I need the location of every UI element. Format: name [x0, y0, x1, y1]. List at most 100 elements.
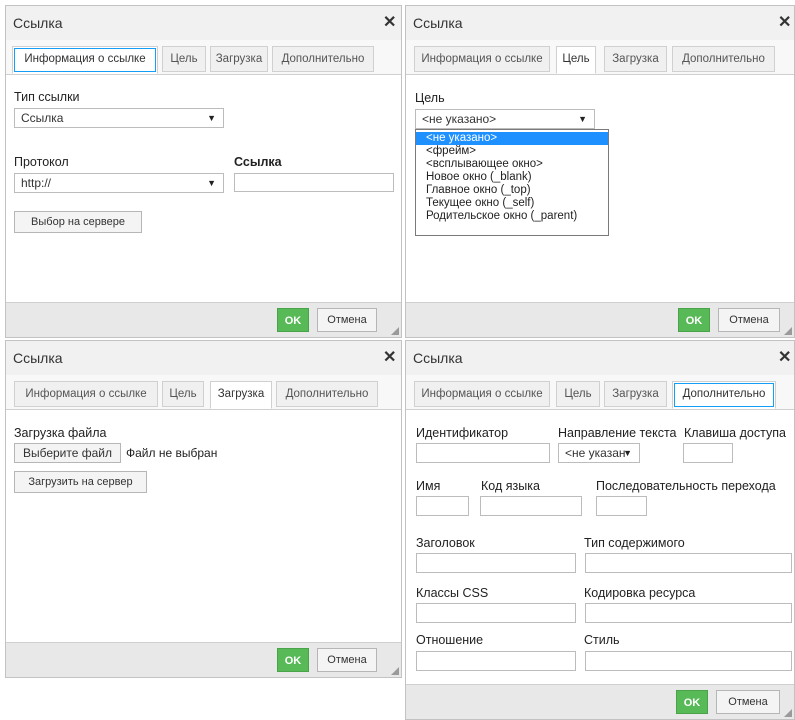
css-classes-label: Классы CSS	[416, 586, 489, 600]
text-direction-select[interactable]: <не указан ▼	[558, 443, 640, 463]
chevron-down-icon: ▼	[207, 113, 216, 123]
cancel-button[interactable]: Отмена	[718, 308, 780, 332]
target-value: <не указано>	[422, 112, 497, 126]
tab-link-info[interactable]: Информация о ссылке	[414, 381, 550, 407]
dialog-title: Ссылка	[413, 15, 463, 31]
language-code-input[interactable]	[480, 496, 582, 516]
close-icon[interactable]: ✕	[778, 347, 791, 367]
no-file-text: Файл не выбран	[126, 446, 218, 460]
cancel-button[interactable]: Отмена	[317, 648, 377, 672]
target-option[interactable]: Текущее окно (_self)	[416, 197, 608, 210]
text-direction-label: Направление текста	[558, 426, 677, 440]
link-dialog-upload: Ссылка ✕ Информация о ссылке Цель Загруз…	[5, 340, 402, 678]
target-dropdown-list: <не указано> <фрейм> <всплывающее окно> …	[415, 129, 609, 236]
style-input[interactable]	[585, 651, 792, 671]
dialog-title: Ссылка	[13, 350, 63, 366]
text-direction-value: <не указан	[565, 446, 626, 460]
target-option[interactable]: Новое окно (_blank)	[416, 171, 608, 184]
link-type-label: Тип ссылки	[14, 90, 80, 104]
relationship-label: Отношение	[416, 633, 484, 647]
tab-target[interactable]: Цель	[556, 381, 600, 407]
link-dialog-target: Ссылка ✕ Информация о ссылке Цель Загруз…	[405, 5, 795, 338]
dialog-footer: OK Отмена	[6, 642, 401, 677]
link-type-value: Ссылка	[21, 111, 64, 125]
protocol-select[interactable]: http:// ▼	[14, 173, 224, 193]
upload-to-server-button[interactable]: Загрузить на сервер	[14, 471, 147, 493]
cancel-button[interactable]: Отмена	[716, 690, 780, 714]
id-input[interactable]	[416, 443, 550, 463]
access-key-label: Клавиша доступа	[684, 426, 786, 440]
close-icon[interactable]: ✕	[383, 12, 396, 32]
close-icon[interactable]: ✕	[778, 12, 791, 32]
target-option[interactable]: <не указано>	[416, 132, 608, 145]
tab-upload[interactable]: Загрузка	[604, 46, 667, 72]
tab-link-info[interactable]: Информация о ссылке	[414, 46, 550, 72]
access-key-input[interactable]	[683, 443, 733, 463]
resize-grip-icon[interactable]	[784, 709, 792, 717]
dialog-footer: OK Отмена	[406, 302, 794, 337]
tab-advanced[interactable]: Дополнительно	[272, 46, 374, 72]
chevron-down-icon: ▼	[623, 448, 632, 458]
tab-upload[interactable]: Загрузка	[210, 381, 272, 409]
relationship-input[interactable]	[416, 651, 576, 671]
target-option[interactable]: Главное окно (_top)	[416, 184, 608, 197]
language-code-label: Код языка	[481, 479, 540, 493]
charset-label: Кодировка ресурса	[584, 586, 696, 600]
link-dialog-advanced: Ссылка ✕ Информация о ссылке Цель Загруз…	[405, 340, 795, 720]
target-label: Цель	[415, 91, 445, 105]
ok-button[interactable]: OK	[678, 308, 710, 332]
target-option[interactable]: <всплывающее окно>	[416, 158, 608, 171]
tab-order-input[interactable]	[596, 496, 647, 516]
tab-upload[interactable]: Загрузка	[604, 381, 667, 407]
protocol-value: http://	[21, 176, 52, 190]
dialog-body: Цель <не указано> ▼ <не указано> <фрейм>…	[406, 75, 794, 303]
tab-advanced[interactable]: Дополнительно	[672, 46, 775, 72]
dialog-titlebar[interactable]: Ссылка ✕	[6, 341, 401, 376]
title-input[interactable]	[416, 553, 576, 573]
dialog-title: Ссылка	[413, 350, 463, 366]
tab-link-info[interactable]: Информация о ссылке	[12, 46, 158, 74]
css-classes-input[interactable]	[416, 603, 576, 623]
title-label: Заголовок	[416, 536, 475, 550]
close-icon[interactable]: ✕	[383, 347, 396, 367]
target-select[interactable]: <не указано> ▼	[415, 109, 595, 129]
name-input[interactable]	[416, 496, 469, 516]
target-option[interactable]: Родительское окно (_parent)	[416, 210, 608, 223]
tab-target[interactable]: Цель	[162, 46, 206, 72]
tab-strip: Информация о ссылке Цель Загрузка Дополн…	[406, 375, 794, 410]
dialog-body: Загрузка файла Выберите файл Файл не выб…	[6, 410, 401, 643]
tab-target[interactable]: Цель	[162, 381, 204, 407]
tab-strip: Информация о ссылке Цель Загрузка Дополн…	[6, 375, 401, 410]
tab-link-info[interactable]: Информация о ссылке	[14, 381, 158, 407]
chevron-down-icon: ▼	[578, 114, 587, 124]
tab-advanced[interactable]: Дополнительно	[672, 381, 776, 409]
ok-button[interactable]: OK	[676, 690, 708, 714]
charset-input[interactable]	[585, 603, 792, 623]
target-option[interactable]: <фрейм>	[416, 145, 608, 158]
tab-strip: Информация о ссылке Цель Загрузка Дополн…	[406, 40, 794, 75]
browse-server-button[interactable]: Выбор на сервере	[14, 211, 142, 233]
tab-target[interactable]: Цель	[556, 46, 596, 74]
content-type-input[interactable]	[585, 553, 792, 573]
resize-grip-icon[interactable]	[391, 327, 399, 335]
tab-upload[interactable]: Загрузка	[210, 46, 268, 72]
dialog-body: Тип ссылки Ссылка ▼ Протокол http:// ▼ С…	[6, 75, 401, 303]
choose-file-button[interactable]: Выберите файл	[14, 443, 121, 463]
dialog-footer: OK Отмена	[6, 302, 401, 337]
id-label: Идентификатор	[416, 426, 509, 440]
dialog-titlebar[interactable]: Ссылка ✕	[6, 6, 401, 41]
cancel-button[interactable]: Отмена	[317, 308, 377, 332]
upload-label: Загрузка файла	[14, 426, 107, 440]
dialog-title: Ссылка	[13, 15, 63, 31]
ok-button[interactable]: OK	[277, 648, 309, 672]
url-input[interactable]	[234, 173, 394, 192]
ok-button[interactable]: OK	[277, 308, 309, 332]
link-type-select[interactable]: Ссылка ▼	[14, 108, 224, 128]
chevron-down-icon: ▼	[207, 178, 216, 188]
resize-grip-icon[interactable]	[391, 667, 399, 675]
dialog-titlebar[interactable]: Ссылка ✕	[406, 341, 794, 376]
dialog-titlebar[interactable]: Ссылка ✕	[406, 6, 794, 41]
resize-grip-icon[interactable]	[784, 327, 792, 335]
tab-advanced[interactable]: Дополнительно	[276, 381, 378, 407]
name-label: Имя	[416, 479, 441, 493]
